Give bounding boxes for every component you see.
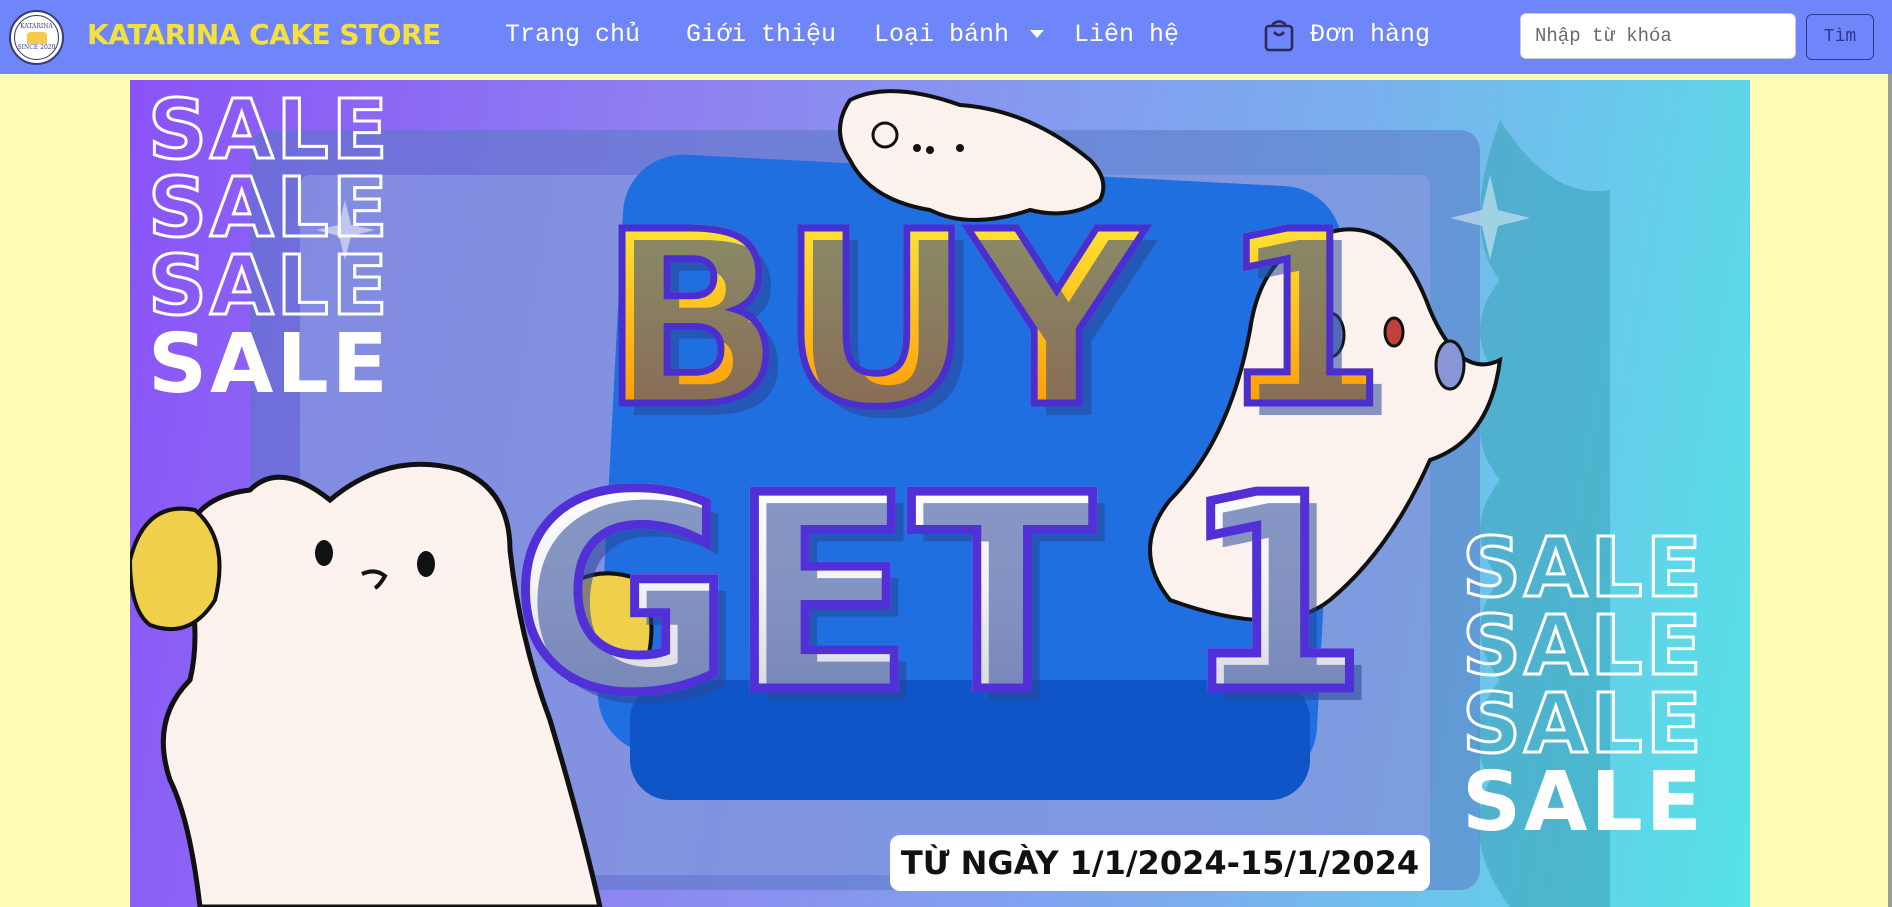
sale-text: SALE (147, 239, 391, 334)
logo-bottom-text: SINCE 2020 (17, 43, 56, 51)
nav-item-home[interactable]: Trang chủ (505, 20, 640, 49)
sale-text: SALE (147, 83, 391, 178)
headline-get-1: GET 1 (507, 437, 1372, 752)
logo-top-text: KATARINA (20, 22, 53, 30)
sale-text: SALE (1462, 755, 1705, 850)
cat-eye (417, 551, 435, 577)
sale-text: SALE (1461, 677, 1705, 772)
cat-eye (926, 146, 934, 154)
sale-text: SALE (148, 317, 391, 412)
top-navbar: KATARINA SINCE 2020 KATARINA CAKE STORE … (0, 0, 1892, 74)
chevron-down-icon[interactable] (1030, 30, 1044, 38)
brand-name-link[interactable]: KATARINA CAKE STORE (87, 18, 441, 51)
search-input[interactable] (1520, 13, 1796, 59)
cake-icon (26, 31, 47, 44)
search-button[interactable]: Tìm (1806, 14, 1874, 60)
sale-text: SALE (1461, 599, 1705, 694)
promo-date-badge: TỪ NGÀY 1/1/2024-15/1/2024 (890, 835, 1430, 891)
nav-item-cake-types[interactable]: Loại bánh (874, 20, 1009, 49)
nav-item-contact[interactable]: Liên hệ (1074, 20, 1179, 49)
nav-item-about[interactable]: Giới thiệu (686, 20, 836, 49)
cat-eye (315, 540, 333, 566)
nav-item-orders[interactable]: Đơn hàng (1310, 20, 1430, 49)
pompom-left (130, 506, 222, 632)
sale-text: SALE (1461, 521, 1705, 616)
store-logo-emblem: KATARINA SINCE 2020 (14, 15, 59, 60)
seal-tear (1434, 339, 1466, 391)
cat-eye (956, 144, 964, 152)
page-scrollbar[interactable] (1888, 74, 1892, 907)
shopping-bag-icon[interactable] (1264, 18, 1294, 52)
headline-buy-1: BUY 1 (596, 180, 1389, 460)
cat-paw (871, 121, 899, 149)
store-logo[interactable]: KATARINA SINCE 2020 (9, 10, 64, 65)
cat-eye (913, 144, 921, 152)
seal-eye (1383, 316, 1405, 348)
promo-banner[interactable]: SALE SALE SALE SALE SALE SALE SALE SALE … (130, 80, 1750, 907)
sale-text: SALE (147, 161, 391, 256)
